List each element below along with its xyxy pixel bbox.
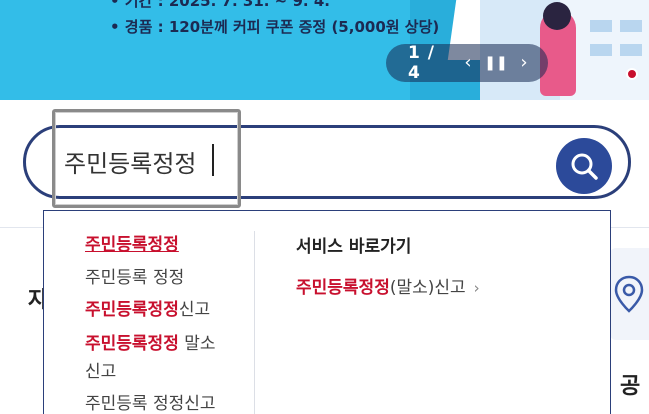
banner-period-text: • 기간 : 2025. 7. 31. ~ 9. 4. (110, 0, 330, 10)
service-shortcut-title: 서비스 바로가기 (296, 237, 412, 257)
banner-window (620, 44, 642, 56)
promo-banner[interactable]: • 기간 : 2025. 7. 31. ~ 9. 4. • 경품 : 120분께… (0, 0, 649, 100)
pause-slide-button[interactable]: ❚❚ (482, 44, 510, 82)
banner-pager: 1 / 4 ‹ ❚❚ › (386, 43, 548, 83)
section-heading: 공 (620, 374, 641, 399)
autocomplete-dropdown: 주민등록정정 주민등록 정정 주민등록정정신고 주민등록정정 말소 신고 주민등… (43, 210, 611, 414)
service-shortcut-link[interactable]: 주민등록정정(말소)신고 › (296, 273, 480, 298)
suggestion-item[interactable]: 주민등록정정 말소 (85, 331, 216, 357)
banner-page-count: 1 / 4 (408, 43, 435, 83)
banner-illustration-head (543, 2, 571, 30)
search-section: 주민등록정정 (0, 100, 649, 228)
chevron-right-icon: › (473, 279, 480, 297)
location-pin-icon (614, 275, 644, 313)
location-card[interactable] (610, 248, 649, 340)
next-slide-button[interactable]: › (510, 44, 538, 82)
banner-window (590, 44, 612, 56)
search-icon (571, 153, 598, 180)
suggestion-item[interactable]: 주민등록정정신고 (85, 297, 210, 323)
suggestion-item[interactable]: 주민등록 정정신고 (85, 391, 216, 414)
suggestion-item[interactable]: 주민등록 정정 (85, 265, 184, 291)
suggestion-item-continued[interactable]: 신고 (85, 359, 116, 385)
search-button[interactable] (556, 138, 612, 194)
banner-prize-text: • 경품 : 120분께 커피 쿠폰 증정 (5,000원 상당) (110, 18, 440, 36)
prev-slide-button[interactable]: ‹ (454, 44, 482, 82)
focus-highlight (52, 109, 241, 208)
banner-window (590, 20, 612, 32)
government-seal-icon (626, 68, 638, 80)
banner-window (620, 20, 642, 32)
suggestion-item[interactable]: 주민등록정정 (85, 232, 179, 258)
column-divider (254, 231, 255, 414)
